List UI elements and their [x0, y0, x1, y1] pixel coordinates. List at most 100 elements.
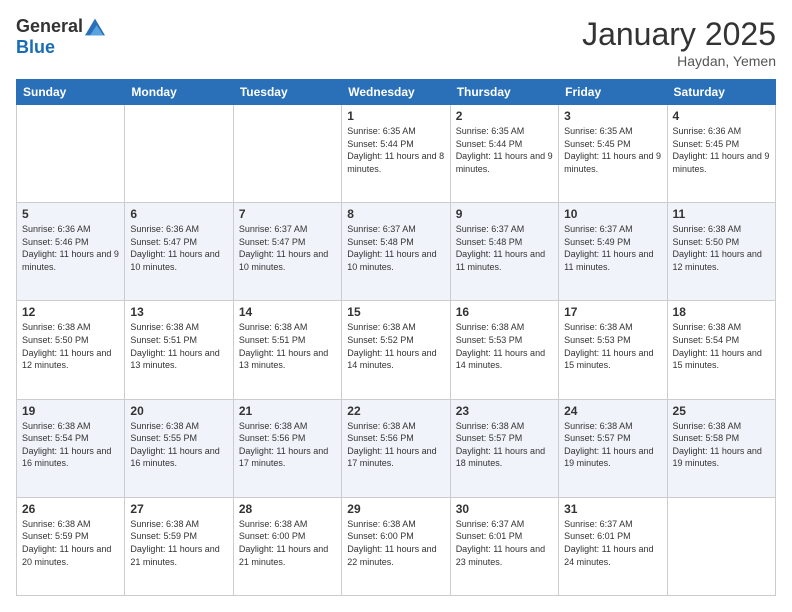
day-number: 4: [673, 109, 770, 123]
calendar-cell: 24Sunrise: 6:38 AM Sunset: 5:57 PM Dayli…: [559, 399, 667, 497]
day-info: Sunrise: 6:38 AM Sunset: 5:51 PM Dayligh…: [239, 321, 336, 371]
day-info: Sunrise: 6:38 AM Sunset: 6:00 PM Dayligh…: [347, 518, 444, 568]
calendar-cell: 22 Sunrise: 6:38 AM Sunset: 5:56 PM Dayli…: [342, 399, 450, 497]
day-number: 23: [456, 404, 553, 418]
day-number: 22: [347, 404, 444, 418]
day-info: Sunrise: 6:36 AM Sunset: 5:46 PM Dayligh…: [22, 223, 119, 273]
logo: General Blue: [16, 16, 105, 58]
calendar-cell: 4 Sunrise: 6:36 AM Sunset: 5:45 PM Daylig…: [667, 105, 775, 203]
calendar-cell: 11Sunrise: 6:38 AM Sunset: 5:50 PM Dayli…: [667, 203, 775, 301]
day-info: Sunrise: 6:38 AM Sunset: 5:55 PM Dayligh…: [130, 420, 227, 470]
week-row-1: 1 Sunrise: 6:35 AM Sunset: 5:44 PM Daylig…: [17, 105, 776, 203]
day-info: Sunrise: 6:38 AM Sunset: 5:59 PM Dayligh…: [22, 518, 119, 568]
day-number: 16: [456, 305, 553, 319]
calendar-cell: 23 Sunrise: 6:38 AM Sunset: 5:57 PM Dayli…: [450, 399, 558, 497]
day-info: Sunrise: 6:36 AM Sunset: 5:45 PM Dayligh…: [673, 125, 770, 175]
day-number: 13: [130, 305, 227, 319]
month-title: January 2025: [582, 16, 776, 53]
day-info: Sunrise: 6:38 AM Sunset: 6:00 PM Dayligh…: [239, 518, 336, 568]
day-info: Sunrise: 6:36 AM Sunset: 5:47 PM Dayligh…: [130, 223, 227, 273]
day-number: 10: [564, 207, 661, 221]
calendar-cell: 12Sunrise: 6:38 AM Sunset: 5:50 PM Dayli…: [17, 301, 125, 399]
day-number: 21: [239, 404, 336, 418]
calendar-cell: 7Sunrise: 6:37 AM Sunset: 5:47 PM Daylig…: [233, 203, 341, 301]
header-friday: Friday: [559, 80, 667, 105]
day-number: 1: [347, 109, 444, 123]
calendar-cell: 28 Sunrise: 6:38 AM Sunset: 6:00 PM Dayli…: [233, 497, 341, 595]
day-info: Sunrise: 6:38 AM Sunset: 5:54 PM Dayligh…: [673, 321, 770, 371]
day-info: Sunrise: 6:38 AM Sunset: 5:56 PM Dayligh…: [347, 420, 444, 470]
calendar-cell: 8 Sunrise: 6:37 AM Sunset: 5:48 PM Daylig…: [342, 203, 450, 301]
day-number: 18: [673, 305, 770, 319]
calendar-cell: [233, 105, 341, 203]
calendar-cell: 14 Sunrise: 6:38 AM Sunset: 5:51 PM Dayli…: [233, 301, 341, 399]
calendar-cell: 1 Sunrise: 6:35 AM Sunset: 5:44 PM Daylig…: [342, 105, 450, 203]
day-info: Sunrise: 6:38 AM Sunset: 5:56 PM Dayligh…: [239, 420, 336, 470]
logo-icon: [85, 17, 105, 37]
calendar-cell: 25Sunrise: 6:38 AM Sunset: 5:58 PM Dayli…: [667, 399, 775, 497]
calendar-cell: 5Sunrise: 6:36 AM Sunset: 5:46 PM Daylig…: [17, 203, 125, 301]
calendar-cell: 16 Sunrise: 6:38 AM Sunset: 5:53 PM Dayli…: [450, 301, 558, 399]
day-info: Sunrise: 6:37 AM Sunset: 5:49 PM Dayligh…: [564, 223, 661, 273]
day-info: Sunrise: 6:38 AM Sunset: 5:53 PM Dayligh…: [456, 321, 553, 371]
title-block: January 2025 Haydan, Yemen: [582, 16, 776, 69]
day-info: Sunrise: 6:38 AM Sunset: 5:54 PM Dayligh…: [22, 420, 119, 470]
calendar-cell: 20 Sunrise: 6:38 AM Sunset: 5:55 PM Dayli…: [125, 399, 233, 497]
calendar-cell: 19 Sunrise: 6:38 AM Sunset: 5:54 PM Dayli…: [17, 399, 125, 497]
day-info: Sunrise: 6:38 AM Sunset: 5:51 PM Dayligh…: [130, 321, 227, 371]
day-info: Sunrise: 6:38 AM Sunset: 5:53 PM Dayligh…: [564, 321, 661, 371]
day-number: 9: [456, 207, 553, 221]
calendar-cell: 10 Sunrise: 6:37 AM Sunset: 5:49 PM Dayli…: [559, 203, 667, 301]
calendar-cell: [667, 497, 775, 595]
day-number: 7: [239, 207, 336, 221]
header-tuesday: Tuesday: [233, 80, 341, 105]
day-number: 30: [456, 502, 553, 516]
calendar-cell: 17 Sunrise: 6:38 AM Sunset: 5:53 PM Dayli…: [559, 301, 667, 399]
week-row-2: 5Sunrise: 6:36 AM Sunset: 5:46 PM Daylig…: [17, 203, 776, 301]
logo-general-text: General: [16, 16, 83, 37]
week-row-3: 12Sunrise: 6:38 AM Sunset: 5:50 PM Dayli…: [17, 301, 776, 399]
day-number: 29: [347, 502, 444, 516]
day-info: Sunrise: 6:37 AM Sunset: 5:48 PM Dayligh…: [456, 223, 553, 273]
day-info: Sunrise: 6:35 AM Sunset: 5:44 PM Dayligh…: [456, 125, 553, 175]
day-number: 8: [347, 207, 444, 221]
calendar-cell: 9 Sunrise: 6:37 AM Sunset: 5:48 PM Daylig…: [450, 203, 558, 301]
week-row-4: 19 Sunrise: 6:38 AM Sunset: 5:54 PM Dayli…: [17, 399, 776, 497]
calendar-cell: 2Sunrise: 6:35 AM Sunset: 5:44 PM Daylig…: [450, 105, 558, 203]
day-number: 19: [22, 404, 119, 418]
calendar-cell: 21 Sunrise: 6:38 AM Sunset: 5:56 PM Dayli…: [233, 399, 341, 497]
calendar-cell: 18 Sunrise: 6:38 AM Sunset: 5:54 PM Dayli…: [667, 301, 775, 399]
calendar-cell: 13 Sunrise: 6:38 AM Sunset: 5:51 PM Dayli…: [125, 301, 233, 399]
day-number: 20: [130, 404, 227, 418]
day-number: 26: [22, 502, 119, 516]
header-thursday: Thursday: [450, 80, 558, 105]
page-header: General Blue January 2025 Haydan, Yemen: [16, 16, 776, 69]
day-number: 25: [673, 404, 770, 418]
header-monday: Monday: [125, 80, 233, 105]
calendar-page: General Blue January 2025 Haydan, Yemen …: [0, 0, 792, 612]
calendar-cell: 27 Sunrise: 6:38 AM Sunset: 5:59 PM Dayli…: [125, 497, 233, 595]
calendar-cell: 30Sunrise: 6:37 AM Sunset: 6:01 PM Dayli…: [450, 497, 558, 595]
day-number: 6: [130, 207, 227, 221]
header-saturday: Saturday: [667, 80, 775, 105]
day-number: 24: [564, 404, 661, 418]
day-info: Sunrise: 6:35 AM Sunset: 5:45 PM Dayligh…: [564, 125, 661, 175]
day-number: 31: [564, 502, 661, 516]
day-number: 28: [239, 502, 336, 516]
day-info: Sunrise: 6:37 AM Sunset: 5:48 PM Dayligh…: [347, 223, 444, 273]
day-info: Sunrise: 6:38 AM Sunset: 5:52 PM Dayligh…: [347, 321, 444, 371]
weekday-header-row: Sunday Monday Tuesday Wednesday Thursday…: [17, 80, 776, 105]
calendar-cell: 26 Sunrise: 6:38 AM Sunset: 5:59 PM Dayli…: [17, 497, 125, 595]
day-info: Sunrise: 6:38 AM Sunset: 5:50 PM Dayligh…: [22, 321, 119, 371]
calendar-cell: 15 Sunrise: 6:38 AM Sunset: 5:52 PM Dayli…: [342, 301, 450, 399]
day-info: Sunrise: 6:35 AM Sunset: 5:44 PM Dayligh…: [347, 125, 444, 175]
day-info: Sunrise: 6:38 AM Sunset: 5:57 PM Dayligh…: [456, 420, 553, 470]
day-number: 14: [239, 305, 336, 319]
day-number: 3: [564, 109, 661, 123]
day-info: Sunrise: 6:38 AM Sunset: 5:59 PM Dayligh…: [130, 518, 227, 568]
day-number: 15: [347, 305, 444, 319]
calendar-table: Sunday Monday Tuesday Wednesday Thursday…: [16, 79, 776, 596]
day-number: 27: [130, 502, 227, 516]
day-number: 17: [564, 305, 661, 319]
week-row-5: 26 Sunrise: 6:38 AM Sunset: 5:59 PM Dayli…: [17, 497, 776, 595]
